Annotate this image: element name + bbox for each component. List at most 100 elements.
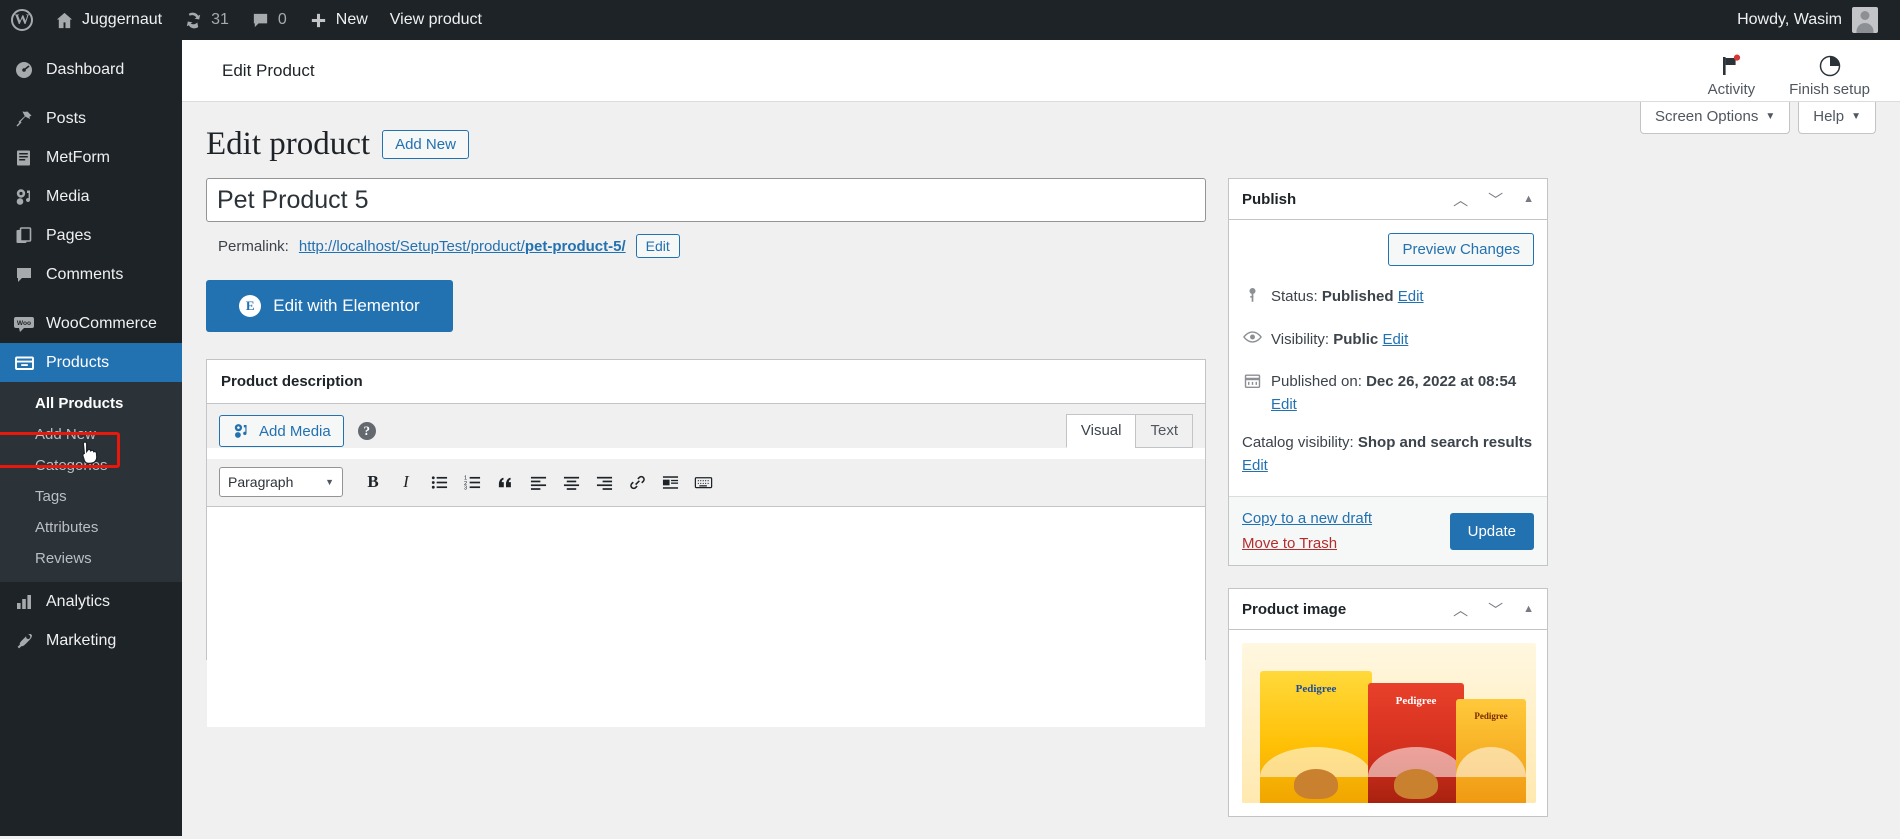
align-right-icon[interactable]: [589, 467, 619, 497]
sidebar-item-media[interactable]: Media: [0, 177, 182, 216]
toggle-panel-icon[interactable]: ▲: [1523, 603, 1534, 615]
edit-permalink-button[interactable]: Edit: [635, 234, 680, 258]
move-down-icon[interactable]: ﹀: [1488, 189, 1503, 210]
move-up-icon[interactable]: ︿: [1453, 599, 1468, 620]
product-title-input[interactable]: [206, 178, 1206, 222]
sidebar-item-dashboard[interactable]: Dashboard: [0, 50, 182, 89]
editor-format-toolbar: Paragraph ▼ B I 123: [207, 459, 1205, 507]
status-value: Published: [1321, 288, 1394, 305]
edit-with-elementor-button[interactable]: E Edit with Elementor: [206, 280, 453, 332]
help-button[interactable]: Help ▼: [1798, 102, 1876, 134]
sidebar-item-reviews[interactable]: Reviews: [0, 543, 182, 574]
menu-spacer-1: [0, 89, 182, 99]
pack-brand-label: Pedigree: [1395, 695, 1437, 707]
product-image-box-header: Product image ︿ ﹀ ▲: [1229, 589, 1547, 630]
sidebar-item-attributes[interactable]: Attributes: [0, 512, 182, 543]
publish-actions-links: Copy to a new draft Move to Trash: [1242, 510, 1372, 552]
update-button[interactable]: Update: [1449, 512, 1534, 550]
numbered-list-icon[interactable]: 123: [457, 467, 487, 497]
pack-swoosh: [1456, 747, 1526, 777]
sidebar-item-marketing[interactable]: Marketing: [0, 621, 182, 660]
sidebar-item-pages[interactable]: Pages: [0, 216, 182, 255]
sidebar-item-woocommerce[interactable]: Woo WooCommerce: [0, 304, 182, 343]
sidebar-item-label: MetForm: [46, 148, 110, 166]
catalog-visibility-value: Shop and search results: [1357, 434, 1533, 451]
sidebar-item-metform[interactable]: MetForm: [0, 138, 182, 177]
adminbar-view-product-label: View product: [389, 11, 482, 28]
description-editor-canvas[interactable]: [207, 507, 1205, 727]
adminbar-comments[interactable]: 0: [240, 0, 298, 40]
blockquote-icon[interactable]: [490, 467, 520, 497]
add-media-button[interactable]: Add Media: [219, 415, 344, 447]
sidebar-item-tags[interactable]: Tags: [0, 481, 182, 512]
published-on-label: Published on:: [1271, 373, 1362, 390]
bulleted-list-icon[interactable]: [424, 467, 454, 497]
adminbar-new-content[interactable]: New: [298, 0, 379, 40]
sidebar-item-posts[interactable]: Posts: [0, 99, 182, 138]
product-featured-image[interactable]: Pedigree Pedigree Pedigree: [1242, 643, 1536, 803]
move-down-icon[interactable]: ﹀: [1488, 599, 1503, 620]
adminbar-updates[interactable]: 31: [173, 0, 240, 40]
pages-icon: [13, 225, 35, 247]
bar-chart-icon: [13, 591, 35, 613]
adminbar-site-name[interactable]: Juggernaut: [44, 0, 173, 40]
edit-published-date-link[interactable]: Edit: [1271, 396, 1297, 413]
toggle-panel-icon[interactable]: ▲: [1523, 193, 1534, 205]
adminbar-wp-logo-menu[interactable]: W: [0, 0, 44, 40]
italic-icon[interactable]: I: [391, 467, 421, 497]
copy-to-new-draft-link[interactable]: Copy to a new draft: [1242, 510, 1372, 527]
adminbar-updates-count: 31: [211, 11, 229, 28]
permalink-link[interactable]: http://localhost/SetupTest/product/pet-p…: [299, 238, 626, 255]
bold-icon[interactable]: B: [358, 467, 388, 497]
tab-text[interactable]: Text: [1135, 414, 1193, 448]
visibility-text: Visibility: Public Edit: [1271, 329, 1408, 352]
adminbar-comments-count: 0: [277, 11, 287, 28]
finish-setup-button[interactable]: Finish setup: [1789, 54, 1870, 102]
edit-catalog-visibility-link[interactable]: Edit: [1242, 457, 1268, 474]
comment-bubble-icon: [251, 11, 270, 30]
paragraph-format-select[interactable]: Paragraph ▼: [219, 467, 343, 497]
product-pack-orange: Pedigree: [1456, 699, 1526, 803]
screen-meta-links: Screen Options ▼ Help ▼: [1632, 102, 1876, 134]
add-new-button[interactable]: Add New: [382, 129, 469, 159]
svg-text:Woo: Woo: [17, 320, 31, 327]
preview-changes-button[interactable]: Preview Changes: [1388, 233, 1534, 266]
adminbar-my-account[interactable]: Howdy, Wasim: [1726, 0, 1900, 40]
sidebar-item-analytics[interactable]: Analytics: [0, 582, 182, 621]
activity-button[interactable]: Activity: [1708, 54, 1755, 102]
edit-visibility-link[interactable]: Edit: [1382, 331, 1408, 348]
edit-status-link[interactable]: Edit: [1398, 288, 1424, 305]
move-up-icon[interactable]: ︿: [1453, 189, 1468, 210]
caret-down-icon: ▼: [1851, 111, 1861, 122]
tab-visual[interactable]: Visual: [1065, 414, 1137, 448]
dog-illustration: [1394, 769, 1438, 799]
adminbar-view-product[interactable]: View product: [379, 0, 493, 40]
sidebar-item-products[interactable]: Products: [0, 343, 182, 382]
main-content-area: Edit Product Activity Finish setup Scree…: [182, 40, 1900, 836]
insert-link-icon[interactable]: [622, 467, 652, 497]
publish-box-header: Publish ︿ ﹀ ▲: [1229, 179, 1547, 220]
editor-inner: Paragraph ▼ B I 123: [207, 459, 1205, 727]
menu-spacer-2: [0, 294, 182, 304]
permalink-base-url: http://localhost/SetupTest/product/: [298, 237, 525, 255]
product-description-postbox: Product description Add Media ? Visual T…: [206, 359, 1206, 727]
status-label: Status:: [1271, 288, 1318, 305]
screen-options-button[interactable]: Screen Options ▼: [1639, 102, 1791, 134]
align-center-icon[interactable]: [556, 467, 586, 497]
wordpress-logo-icon: W: [11, 9, 33, 31]
move-to-trash-link[interactable]: Move to Trash: [1242, 535, 1372, 552]
insert-read-more-icon[interactable]: [655, 467, 685, 497]
megaphone-icon: [13, 630, 35, 652]
published-on-value: Dec 26, 2022 at 08:54: [1366, 373, 1517, 390]
publish-box: Publish ︿ ﹀ ▲ Preview Changes Status: Pu…: [1228, 178, 1548, 566]
align-left-icon[interactable]: [523, 467, 553, 497]
toolbar-toggle-icon[interactable]: [688, 467, 718, 497]
question-mark-icon[interactable]: ?: [357, 422, 376, 440]
sidebar-item-comments[interactable]: Comments: [0, 255, 182, 294]
form-checklist-icon: [13, 147, 35, 169]
user-avatar-icon: [1852, 7, 1878, 33]
published-on-text: Published on: Dec 26, 2022 at 08:54 Edit: [1271, 371, 1516, 416]
paragraph-format-value: Paragraph: [228, 474, 294, 490]
product-pack-yellow: Pedigree: [1260, 671, 1372, 803]
sidebar-item-all-products[interactable]: All Products: [0, 388, 182, 419]
